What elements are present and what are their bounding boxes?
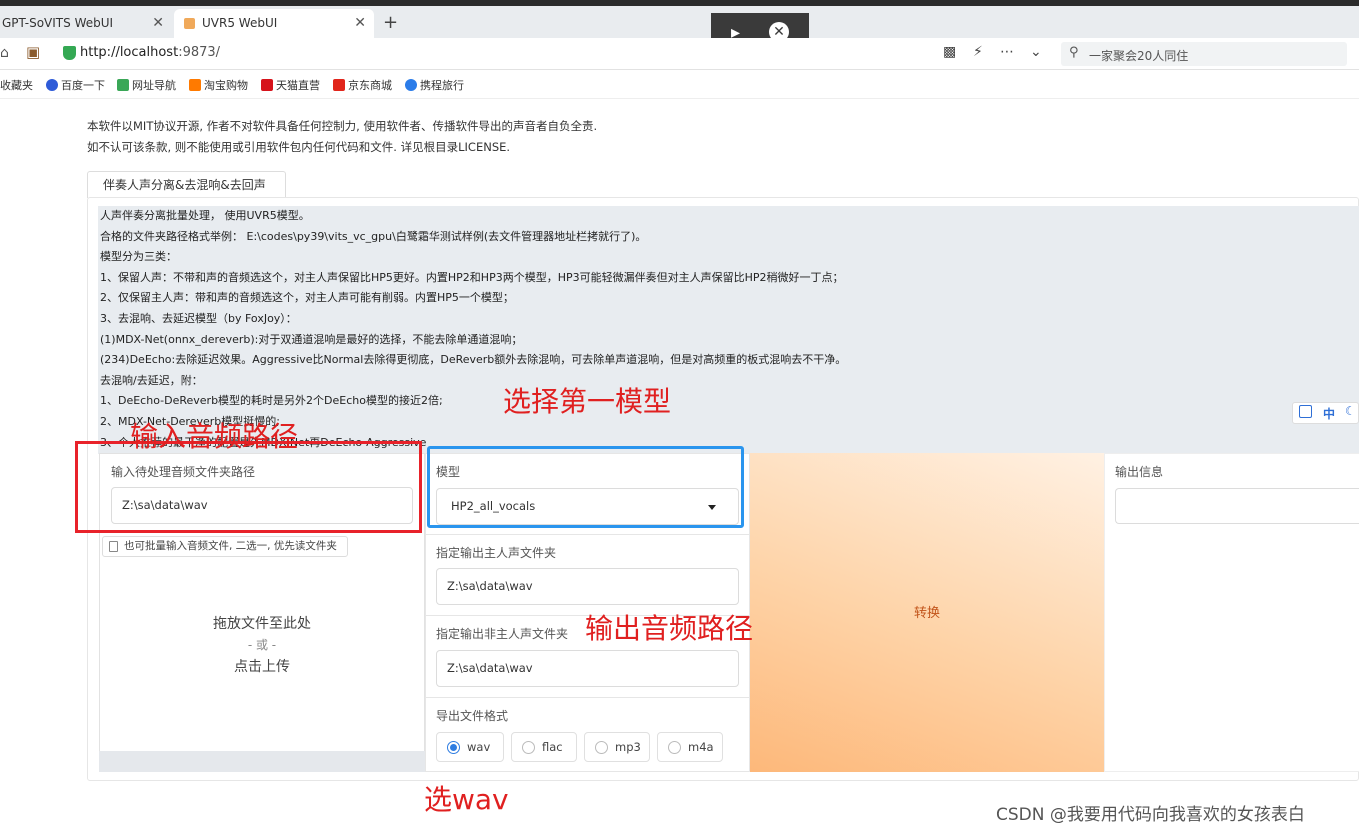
tab-label: GPT-SoVITS WebUI xyxy=(2,16,114,30)
translate-icon[interactable]: ▩ xyxy=(943,44,956,60)
language-toggle[interactable]: 中 xyxy=(1323,405,1335,422)
annotation-output-path: 输出音频路径 xyxy=(585,612,754,645)
address-bar: ⌂ ▣ http://localhost:9873/ ▩ ⚡ ⋯ ⌄ ⚲ 一家聚… xyxy=(0,38,1359,70)
new-tab-button[interactable]: + xyxy=(383,12,398,33)
file-icon xyxy=(109,541,118,552)
watermark: CSDN @我要用代码向我喜欢的女孩表白 xyxy=(996,805,1305,825)
more-icon[interactable]: ⋯ xyxy=(1000,44,1014,60)
format-radio-wav[interactable]: wav xyxy=(436,732,504,762)
radio-dot xyxy=(522,741,535,754)
instrumental-output-field[interactable]: Z:\sa\data\wav xyxy=(436,650,739,687)
annotation-input-path: 输入音频路径 xyxy=(130,420,299,453)
tab-label: UVR5 WebUI xyxy=(202,16,278,30)
convert-button[interactable]: 转换 xyxy=(750,453,1104,772)
license-notice: 本软件以MIT协议开源, 作者不对软件具备任何控制力, 使用软件者、传播软件导出… xyxy=(87,119,598,154)
instrumental-output-label: 指定输出非主人声文件夹 xyxy=(436,627,569,641)
bookmark-item[interactable]: 百度一下 xyxy=(46,77,105,93)
tmall-icon xyxy=(261,79,273,91)
search-icon: ⚲ xyxy=(1069,45,1079,60)
checkbox-icon[interactable] xyxy=(1299,405,1312,418)
moon-icon[interactable]: ☾ xyxy=(1345,404,1356,418)
annotation-box-model xyxy=(427,446,744,528)
tab-gpt-sovits[interactable]: GPT-SoVITS WebUI ✕ xyxy=(0,9,172,38)
bookmark-item[interactable]: 网址导航 xyxy=(117,77,176,93)
side-tools[interactable]: 中 ☾ xyxy=(1292,402,1359,424)
favicon-icon xyxy=(184,18,195,29)
format-radio-flac[interactable]: flac xyxy=(511,732,577,762)
search-placeholder: 一家聚会20人同住 xyxy=(1089,49,1189,63)
lightning-icon[interactable]: ⚡ xyxy=(973,44,983,60)
tab-uvr5-separation[interactable]: 伴奏人声分离&去混响&去回声 xyxy=(87,171,286,198)
tab-uvr5[interactable]: UVR5 WebUI ✕ xyxy=(174,9,374,38)
url-field[interactable]: http://localhost:9873/ xyxy=(80,45,220,60)
home-icon[interactable]: ⌂ xyxy=(0,45,9,61)
bookmark-item[interactable]: 京东商城 xyxy=(333,77,392,93)
bookmark-item[interactable]: 收藏夹 xyxy=(0,77,33,93)
tab-bar: GPT-SoVITS WebUI ✕ UVR5 WebUI ✕ + xyxy=(0,6,1359,38)
format-radio-mp3[interactable]: mp3 xyxy=(584,732,650,762)
annotation-select-wav: 选wav xyxy=(424,783,509,816)
close-icon[interactable]: ✕ xyxy=(152,9,164,38)
bookmarks-bar: 收藏夹 百度一下 网址导航 淘宝购物 天猫直营 京东商城 携程旅行 xyxy=(0,71,1359,99)
format-label: 导出文件格式 xyxy=(436,709,509,723)
divider xyxy=(425,697,750,698)
nav-icon xyxy=(117,79,129,91)
radio-dot xyxy=(595,741,608,754)
bookmark-item[interactable]: 天猫直营 xyxy=(261,77,320,93)
close-icon[interactable]: ✕ xyxy=(354,9,366,38)
radio-dot xyxy=(668,741,681,754)
output-info-label: 输出信息 xyxy=(1115,465,1164,479)
bookmark-item[interactable]: 淘宝购物 xyxy=(189,77,248,93)
baidu-icon xyxy=(46,79,58,91)
radio-dot xyxy=(447,741,460,754)
taobao-icon xyxy=(189,79,201,91)
output-info-field[interactable] xyxy=(1115,488,1359,524)
file-dropzone[interactable]: 拖放文件至此处 - 或 - 点击上传 xyxy=(100,560,424,750)
divider xyxy=(425,534,750,535)
shield-icon xyxy=(63,46,76,60)
chevron-down-icon[interactable]: ⌄ xyxy=(1030,44,1042,60)
briefcase-icon[interactable]: ▣ xyxy=(26,43,40,61)
format-radio-m4a[interactable]: m4a xyxy=(657,732,723,762)
annotation-select-model: 选择第一模型 xyxy=(503,385,672,418)
jd-icon xyxy=(333,79,345,91)
dropzone-footer xyxy=(99,751,425,772)
vocal-output-field[interactable]: Z:\sa\data\wav xyxy=(436,568,739,605)
search-input[interactable]: ⚲ 一家聚会20人同住 xyxy=(1061,42,1347,66)
vocal-output-label: 指定输出主人声文件夹 xyxy=(436,546,557,560)
file-upload-label: 也可批量输入音频文件, 二选一, 优先读文件夹 xyxy=(102,536,348,557)
ctrip-icon xyxy=(405,79,417,91)
bookmark-item[interactable]: 携程旅行 xyxy=(405,77,464,93)
